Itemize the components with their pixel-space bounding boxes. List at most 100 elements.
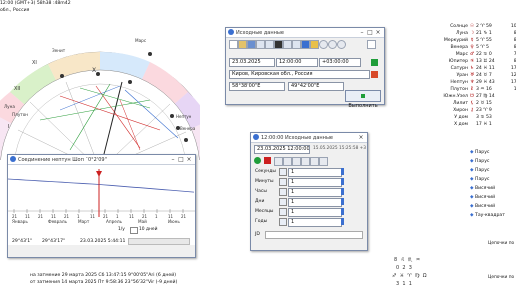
- step-label: Минуты: [255, 179, 274, 184]
- step-arrow-icon[interactable]: [279, 198, 287, 206]
- aspect-icon: ◆: [470, 186, 474, 191]
- step-slider-knob[interactable]: [341, 178, 344, 185]
- step-arrow-icon[interactable]: [279, 188, 287, 196]
- gear-icon[interactable]: [328, 40, 337, 49]
- step-value-field[interactable]: 1: [288, 178, 342, 187]
- step-arrow-icon[interactable]: [279, 218, 287, 226]
- aspect-item[interactable]: ◆ Парус: [470, 159, 489, 164]
- planet-row[interactable]: Марс♂22 ♋ 0 78%: [430, 52, 516, 58]
- natal-wheel[interactable]: XII XI X I Зенит Луна Марс Плутон Нептун…: [0, 20, 200, 160]
- lat-field[interactable]: 49°42'00"Е: [288, 82, 344, 91]
- play-icon[interactable]: [254, 157, 261, 164]
- step-slider-knob[interactable]: [341, 168, 344, 175]
- planet-row[interactable]: Луна☽21 ♑ 1 83%: [430, 31, 516, 37]
- planet-row[interactable]: Южн.Узел ☋ 27 ♍ 14: [430, 94, 516, 100]
- target-icon[interactable]: [337, 40, 346, 49]
- new-icon[interactable]: [229, 40, 238, 49]
- time-field[interactable]: 12:00:00: [276, 58, 318, 67]
- dropdown-icon[interactable]: [367, 40, 376, 49]
- step-slider-knob[interactable]: [341, 198, 344, 205]
- planet-name: Южн.Узел: [443, 94, 468, 99]
- green-icon[interactable]: [371, 59, 378, 66]
- planet-row[interactable]: Хирон ⚷ 23 ♈ 9: [430, 108, 516, 114]
- grid-icon[interactable]: [292, 40, 301, 49]
- aspect-item[interactable]: ◆ Тау-квадрат: [470, 213, 505, 218]
- app-icon: [253, 134, 259, 140]
- step-value-field[interactable]: 1: [288, 208, 342, 217]
- close-icon[interactable]: ×: [374, 29, 382, 36]
- planet-glyph-icon: ⚸: [470, 101, 474, 106]
- jd-slider[interactable]: [265, 231, 363, 239]
- maximize-icon[interactable]: □: [177, 156, 185, 163]
- close-icon[interactable]: ×: [357, 134, 365, 141]
- aspect-label: Парус: [475, 168, 490, 173]
- planet-row[interactable]: Нептун♆29 ♓ 43 178%: [430, 80, 516, 86]
- maximize-icon[interactable]: □: [366, 29, 374, 36]
- lon-field[interactable]: 58°38'00"Е: [229, 82, 285, 91]
- jd-label: JD: [255, 232, 260, 237]
- date-field[interactable]: 23.03.2025: [229, 58, 275, 67]
- planet-row[interactable]: Сатурн♄24 ♓ 11 177%: [430, 66, 516, 72]
- save-icon[interactable]: [247, 40, 256, 49]
- scale-checkbox[interactable]: [130, 227, 138, 234]
- tool-icon[interactable]: [301, 40, 310, 49]
- step-value-field[interactable]: 1: [288, 168, 342, 177]
- planet-strength: 177%: [510, 66, 516, 71]
- start-datetime-field[interactable]: 23.03.2025 12:00:00 +3: [254, 145, 310, 154]
- conjunction-chart-window[interactable]: Соединение нептун Шоп ¯0°2'09" – □ × 21 1…: [7, 154, 196, 258]
- rewind-icon[interactable]: [292, 157, 301, 166]
- aspect-item[interactable]: ◆ Парус: [470, 168, 489, 173]
- planet-row[interactable]: Уран♅24 ♉ 7 123%: [430, 73, 516, 79]
- aspect-item[interactable]: ◆ Парус: [470, 150, 489, 155]
- edit-icon[interactable]: [265, 40, 274, 49]
- step-back-icon[interactable]: [274, 157, 283, 166]
- planet-row[interactable]: Солнце☉2 ♈ 59 101%: [430, 24, 516, 30]
- planet-row[interactable]: Меркурий☿5 ♈ 55 88%: [430, 38, 516, 44]
- minimize-icon[interactable]: –: [169, 156, 177, 163]
- aspect-item[interactable]: ◆ Висячий: [470, 186, 495, 191]
- sun-icon[interactable]: [310, 40, 319, 49]
- clock-icon[interactable]: [319, 157, 328, 166]
- stop-icon[interactable]: [264, 157, 271, 164]
- step-arrow-icon[interactable]: [279, 168, 287, 176]
- planet-row[interactable]: Лилит ⚸ 2 ♉ 15: [430, 101, 516, 107]
- planet-row[interactable]: Венера♀5 ♈ 5 89%: [430, 45, 516, 51]
- step-slider-knob[interactable]: [341, 188, 344, 195]
- step-slider-knob[interactable]: [341, 218, 344, 225]
- place-field[interactable]: Киров, Кировская обл., Россия: [229, 70, 370, 79]
- open-icon[interactable]: [238, 40, 247, 49]
- planet-row[interactable]: Плутон♇3 ♒ 16 19%: [430, 87, 516, 93]
- scrollbar[interactable]: [128, 238, 190, 245]
- planet-row[interactable]: X дом 17 ♓ 1: [430, 122, 516, 128]
- planet-degree: 5 ♈ 55: [476, 38, 492, 43]
- house-x: X: [92, 67, 96, 74]
- list-icon[interactable]: [256, 40, 265, 49]
- k-icon[interactable]: [274, 40, 283, 49]
- planet-strength: 81%: [513, 59, 516, 64]
- step-arrow-icon[interactable]: [279, 208, 287, 216]
- planet-row[interactable]: У дом 3 ♋ 53: [430, 115, 516, 121]
- step-slider-knob[interactable]: [341, 208, 344, 215]
- step-forward-icon[interactable]: [283, 157, 292, 166]
- minimize-icon[interactable]: –: [358, 29, 366, 36]
- run-button[interactable]: Выполнить: [345, 90, 381, 109]
- step-value-field[interactable]: 1: [288, 198, 342, 207]
- reset-icon[interactable]: [310, 157, 319, 166]
- planet-row[interactable]: Юпитер♃13 ♊ 24 81%: [430, 59, 516, 65]
- month-jan: Январь: [12, 219, 28, 224]
- aspect-item[interactable]: ◆ Висячий: [470, 204, 495, 209]
- input-data-window[interactable]: Исходные данные – □ × 23.03.2025 12:00:0…: [225, 27, 385, 109]
- close-icon[interactable]: ×: [185, 156, 193, 163]
- forward-icon[interactable]: [301, 157, 310, 166]
- time-step-window[interactable]: 12:00:00 Исходные данные × 23.03.2025 12…: [250, 132, 368, 251]
- step-value-field[interactable]: 1: [288, 218, 342, 227]
- map-icon[interactable]: [371, 71, 378, 78]
- tz-field[interactable]: +03:00:00: [319, 58, 361, 67]
- circle-icon[interactable]: [319, 40, 328, 49]
- step-arrow-icon[interactable]: [279, 178, 287, 186]
- step-value-field[interactable]: 1: [288, 188, 342, 197]
- aspect-item[interactable]: ◆ Висячий: [470, 195, 495, 200]
- calendar-icon[interactable]: [283, 40, 292, 49]
- svg-text:Плутон: Плутон: [12, 112, 28, 117]
- aspect-item[interactable]: ◆ Парус: [470, 177, 489, 182]
